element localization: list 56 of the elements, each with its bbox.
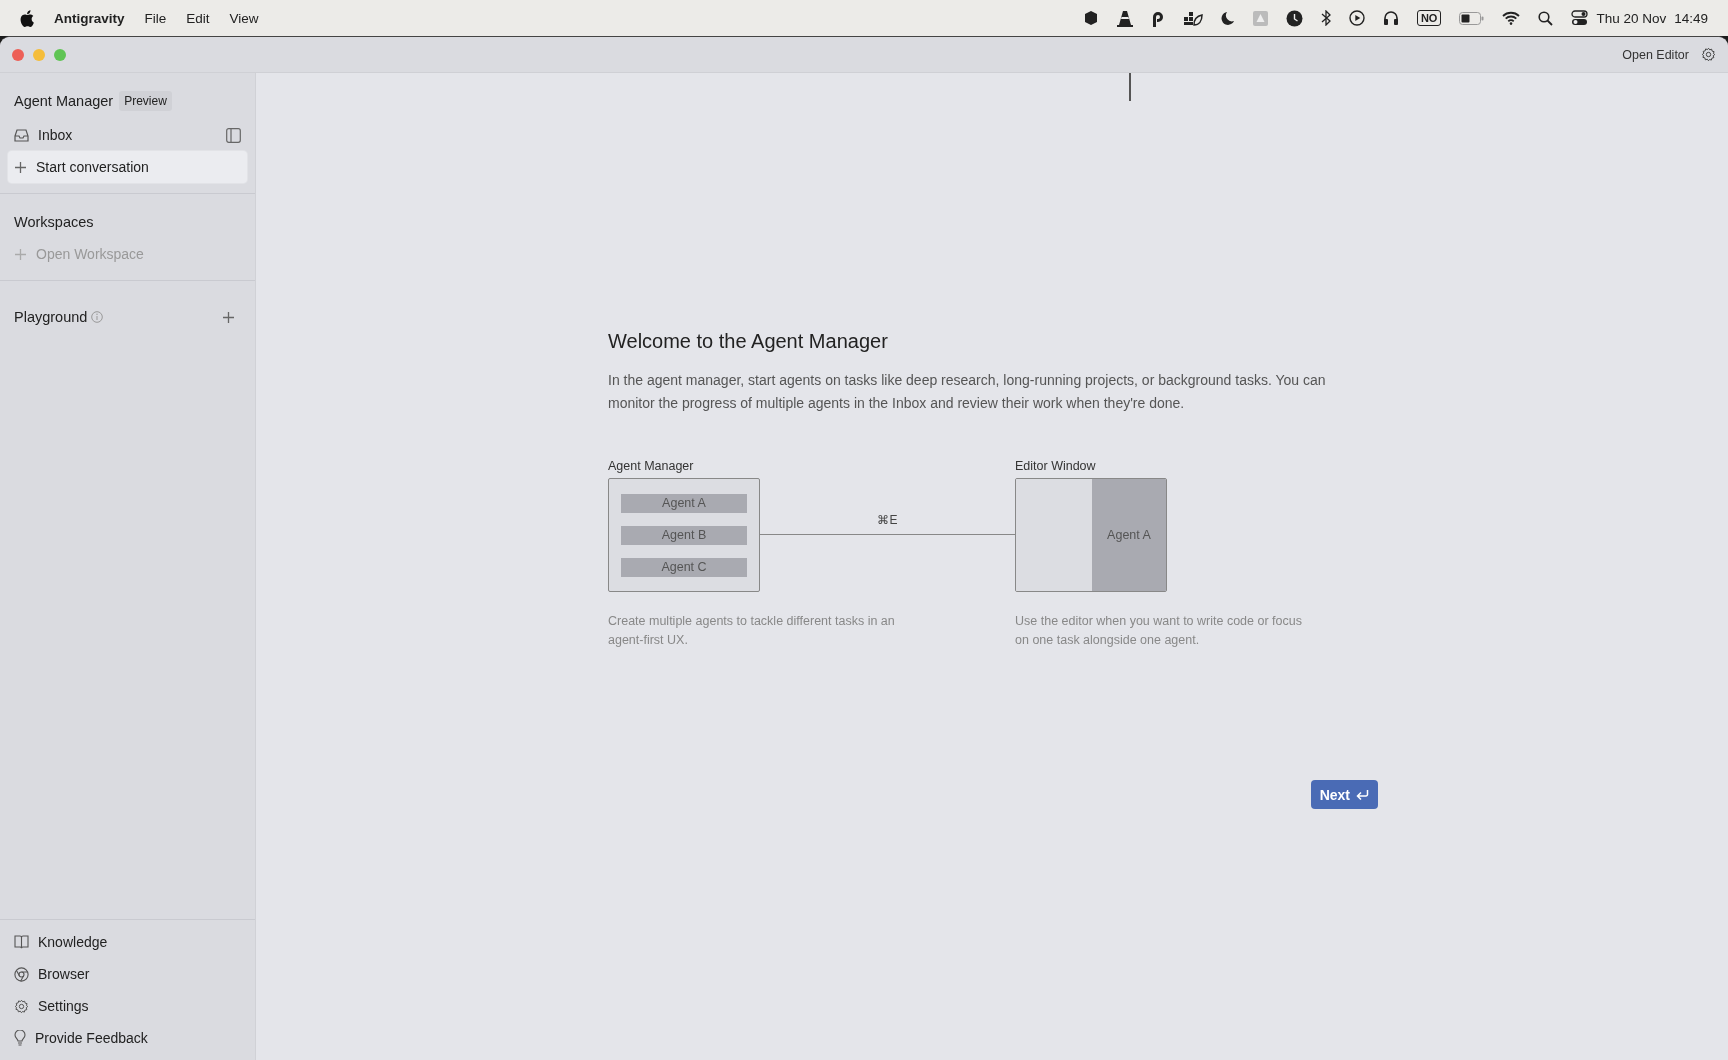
settings-icon [14,998,29,1014]
sidebar-item[interactable]: Browser [8,958,247,990]
menu-item[interactable]: View [229,10,259,26]
diagram-label: Agent Manager [608,459,695,473]
app-name-menu[interactable]: Antigravity [54,10,125,26]
battery-icon[interactable] [1459,11,1485,25]
traffic-cone-icon[interactable] [1116,9,1133,27]
section-heading: Playground [13,308,88,327]
p-logo-icon[interactable] [1150,9,1165,27]
plus-icon [14,247,27,261]
diagram-caption: Create multiple agents to tackle different tasks in an agent-first UX. [608,613,896,649]
sidebar-item[interactable]: Settings [8,990,247,1022]
sidebar-item[interactable]: Start conversation [8,151,247,183]
next-button[interactable]: Next [1310,780,1378,809]
browser-icon [14,966,29,982]
section-heading: Workspaces [13,213,95,232]
bluetooth-icon[interactable] [1320,10,1331,26]
inbox-icon [14,128,29,142]
return-icon [1356,789,1369,800]
sidebar-item[interactable]: Provide Feedback [8,1022,247,1054]
cube-icon[interactable] [1082,10,1099,26]
leaf-icon[interactable] [1182,10,1203,26]
settings-icon[interactable] [1701,47,1716,62]
wifi-icon[interactable] [1502,11,1521,25]
welcome-title: Welcome to the Agent Manager [608,330,889,353]
preview-badge: Preview [119,91,172,111]
search-icon[interactable] [1538,10,1554,26]
menu-item[interactable]: Edit [186,10,210,26]
agent-bar: Agent C [621,557,747,577]
lightbulb-icon [14,1030,26,1046]
open-editor-link[interactable]: Open Editor [1622,47,1689,62]
book-icon [14,935,29,949]
toggles-icon[interactable] [1571,10,1589,26]
sidebar-title: Agent Manager [14,93,114,109]
sidebar-item[interactable]: Inbox [8,119,247,151]
agent-bar: Agent A [621,493,747,513]
play-icon[interactable] [1348,10,1365,26]
status-badge[interactable]: NO [1416,10,1442,26]
menu-bar-time[interactable]: 14:49 [1674,10,1708,26]
text-cursor [1129,73,1131,101]
diagram-label: Editor Window [1015,459,1097,473]
diagram-caption: Use the editor when you want to write code or focus on one task alongside one agent. [1015,613,1303,649]
plus-icon[interactable] [222,310,235,324]
sidebar-toggle-icon[interactable] [226,127,241,143]
moon-icon[interactable] [1220,10,1235,26]
menu-bar-date[interactable]: Thu 20 Nov [1596,10,1667,26]
headphones-icon[interactable] [1382,10,1399,26]
clock-icon[interactable] [1285,9,1303,27]
shortcut-label: ⌘E [877,513,898,527]
sidebar-item[interactable]: Knowledge [8,926,247,958]
agent-pane: Agent A [1092,479,1166,591]
welcome-description: In the agent manager, start agents on tasks like deep research, long-running projects, or background tasks. You can monitor the progress of multiple agents in the Inbox and review their work when they're done. [608,371,1327,413]
agent-bar: Agent B [621,525,747,545]
menu-item[interactable]: File [144,10,167,26]
apple-logo-icon[interactable] [20,9,34,27]
plus-icon [14,160,27,174]
